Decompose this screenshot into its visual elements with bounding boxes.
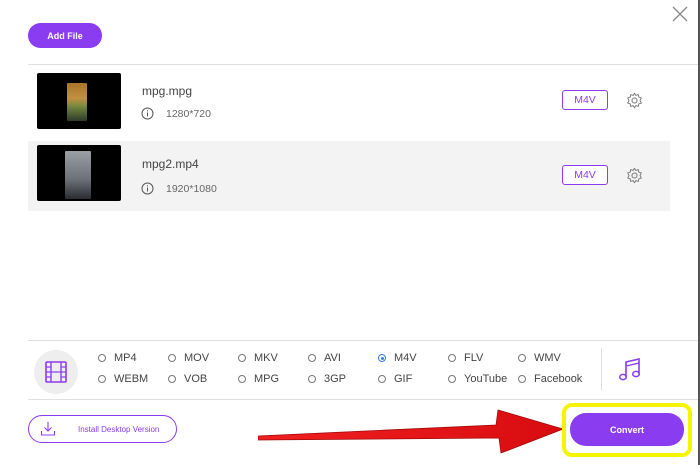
video-format-icon	[45, 361, 67, 383]
red-arrow-annotation	[258, 409, 565, 454]
info-icon[interactable]	[141, 182, 154, 195]
format-option-avi[interactable]: AVI	[308, 352, 341, 364]
info-icon[interactable]	[141, 107, 154, 120]
music-note-icon[interactable]	[618, 357, 642, 383]
format-label: MKV	[254, 352, 278, 364]
radio-button[interactable]	[238, 375, 246, 383]
divider	[28, 340, 698, 341]
format-label: YouTube	[464, 373, 508, 385]
add-file-button[interactable]: Add File	[28, 23, 102, 48]
format-option-webm[interactable]: WEBM	[98, 373, 148, 385]
radio-button[interactable]	[238, 354, 246, 362]
video-thumbnail	[37, 73, 121, 129]
divider	[601, 348, 602, 390]
radio-button[interactable]	[448, 354, 456, 362]
radio-button[interactable]	[308, 354, 316, 362]
download-icon	[40, 422, 56, 436]
radio-button[interactable]	[98, 354, 106, 362]
format-option-wmv[interactable]: WMV	[518, 352, 561, 364]
file-row: mpg2.mp4 1920*1080 M4V	[28, 141, 670, 211]
radio-button[interactable]	[98, 375, 106, 383]
video-thumbnail	[37, 145, 121, 201]
format-label: VOB	[184, 373, 208, 385]
output-format-button[interactable]: M4V	[562, 165, 608, 185]
format-option-3gp[interactable]: 3GP	[308, 373, 346, 385]
radio-button[interactable]	[518, 375, 526, 383]
divider	[28, 399, 698, 400]
format-option-vob[interactable]: VOB	[168, 373, 207, 385]
format-option-gif[interactable]: GIF	[378, 373, 412, 385]
radio-button[interactable]	[518, 354, 526, 362]
radio-button[interactable]	[378, 375, 386, 383]
format-option-youtube[interactable]: YouTube	[448, 373, 507, 385]
format-label: FLV	[464, 352, 484, 364]
video-format-tab[interactable]	[34, 350, 78, 394]
format-option-flv[interactable]: FLV	[448, 352, 483, 364]
format-label: M4V	[394, 352, 417, 364]
format-option-mkv[interactable]: MKV	[238, 352, 278, 364]
output-format-button[interactable]: M4V	[562, 90, 608, 110]
file-resolution: 1920*1080	[166, 183, 217, 195]
format-label: 3GP	[324, 373, 347, 385]
format-label: WEBM	[114, 373, 149, 385]
file-name: mpg2.mp4	[142, 157, 199, 171]
format-label: MPG	[254, 373, 280, 385]
radio-button[interactable]	[448, 375, 456, 383]
radio-button-selected[interactable]	[378, 354, 386, 362]
convert-button[interactable]: Convert	[570, 413, 684, 446]
format-label: AVI	[324, 352, 341, 364]
format-option-mp4[interactable]: MP4	[98, 352, 137, 364]
radio-button[interactable]	[168, 375, 176, 383]
format-label: MP4	[114, 352, 137, 364]
format-option-mpg[interactable]: MPG	[238, 373, 279, 385]
gear-icon[interactable]	[626, 92, 643, 109]
install-label: Install Desktop Version	[78, 424, 160, 434]
format-option-m4v[interactable]: M4V	[378, 352, 417, 364]
file-resolution: 1280*720	[166, 108, 211, 120]
divider	[28, 64, 698, 65]
format-label: MOV	[184, 352, 210, 364]
radio-button[interactable]	[308, 375, 316, 383]
install-desktop-button[interactable]: Install Desktop Version	[28, 415, 177, 443]
file-row: mpg.mpg 1280*720 M4V	[28, 69, 670, 139]
format-option-facebook[interactable]: Facebook	[518, 373, 582, 385]
format-label: GIF	[394, 373, 413, 385]
file-name: mpg.mpg	[142, 84, 193, 98]
gear-icon[interactable]	[626, 167, 643, 184]
format-option-mov[interactable]: MOV	[168, 352, 209, 364]
radio-button[interactable]	[168, 354, 176, 362]
format-label: Facebook	[534, 373, 583, 385]
close-icon[interactable]	[671, 5, 689, 23]
format-label: WMV	[534, 352, 561, 364]
